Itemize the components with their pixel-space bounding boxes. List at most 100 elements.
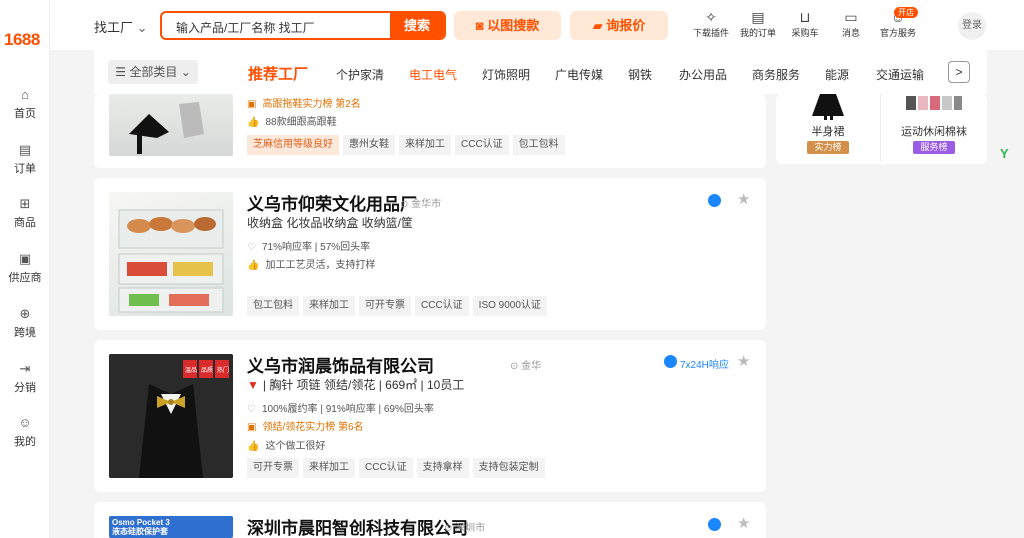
tag: 可开专票	[359, 296, 411, 316]
sidebar-item-home[interactable]: ⌂ 首页	[0, 87, 50, 121]
ranking-item-label: 半身裙	[811, 126, 845, 138]
factory-area: 669㎡	[385, 378, 418, 392]
response-icon[interactable]	[664, 355, 677, 368]
favorite-star-icon[interactable]: ★	[737, 352, 750, 370]
main-products: 收纳盒 化妆品收纳盒 收纳篮/筐	[247, 216, 414, 230]
tag-list: 可开专票 来样加工 CCC认证 支持拿样 支持包装定制	[247, 458, 549, 478]
tag: CCC认证	[455, 135, 509, 155]
message-icon: ▭	[844, 9, 858, 25]
response-icon[interactable]	[708, 518, 721, 531]
tag: ISO 9000认证	[472, 296, 547, 316]
tab-steel[interactable]: 钢铁	[628, 66, 652, 83]
heart-icon: ♡	[247, 242, 256, 253]
rank-list[interactable]: 领结/领花实力榜	[262, 422, 335, 433]
rank-list[interactable]: 高跟拖鞋实力榜	[262, 99, 332, 110]
all-categories-button[interactable]: ☰ 全部类目 ⌄	[108, 60, 198, 84]
my-orders-button[interactable]: ▤ 我的订单	[733, 8, 783, 39]
storage-box-image	[118, 209, 224, 313]
chat-icon: ▰	[592, 18, 603, 33]
download-plugin-button[interactable]: ✧ 下载插件	[686, 8, 736, 39]
cart-button[interactable]: ⊔ 采购车	[780, 8, 830, 39]
thumb-up-icon: 👍	[247, 117, 260, 128]
tab-lighting[interactable]: 灯饰照明	[482, 66, 530, 83]
location: ⊙ 金华	[510, 357, 541, 372]
sidebar-item-distribution[interactable]: ⇥ 分销	[0, 361, 50, 395]
thumb-text: 液态硅胶保护套	[112, 527, 168, 536]
factory-thumbnail[interactable]: 温品 品质 热门	[109, 354, 233, 478]
inquiry-button[interactable]: ▰ 询报价	[570, 11, 668, 40]
image-search-button[interactable]: ◙ 以图搜款	[454, 11, 561, 40]
tag: 支持拿样	[416, 458, 469, 478]
response-badge[interactable]: 7x24H响应	[680, 356, 729, 371]
tab-energy[interactable]: 能源	[825, 66, 849, 83]
tab-personal-care[interactable]: 个护家清	[336, 66, 384, 83]
ranking-badge: 实力榜	[807, 141, 849, 154]
factory-card[interactable]: 义乌市仰荣文化用品厂 ⊙ 金华市 ★ 收纳盒 化妆品收纳盒 收纳篮/筐 ♡ 71%…	[94, 178, 766, 330]
sidebar-item-label: 供应商	[8, 272, 42, 284]
location-pin-icon: ⊙	[444, 523, 453, 534]
ranking-panel: 半身裙 实力榜 运动休闲棉袜 服务榜	[776, 94, 987, 164]
tag: 来样加工	[399, 135, 451, 155]
open-store-badge[interactable]: 开店	[894, 7, 918, 18]
search-box[interactable]: 输入产品/工厂名称 找工厂 搜索	[160, 11, 446, 40]
favorite-star-icon[interactable]: ★	[737, 190, 750, 208]
logo-1688[interactable]: 1688	[4, 30, 40, 50]
tab-recommended-factory[interactable]: 推荐工厂	[248, 63, 308, 84]
user-icon: ☺	[18, 415, 32, 430]
rank-position: 第6名	[338, 422, 364, 433]
factory-name[interactable]: 义乌市仰荣文化用品厂	[247, 190, 417, 215]
home-icon: ⌂	[21, 87, 29, 102]
sidebar-item-orders[interactable]: ▤ 订单	[0, 142, 50, 176]
inquiry-label: 询报价	[606, 18, 646, 33]
factory-thumbnail[interactable]: Osmo Pocket 3 液态硅胶保护套	[109, 516, 233, 538]
login-button[interactable]: 登录	[958, 12, 986, 40]
tab-office-supplies[interactable]: 办公用品	[679, 66, 727, 83]
header-icon-label: 官方服务	[879, 28, 916, 38]
tab-business-services[interactable]: 商务服务	[752, 66, 800, 83]
skirt-image	[812, 94, 844, 120]
location: ⊙ 深圳市	[444, 519, 485, 534]
tab-electrical[interactable]: 电工电气	[409, 66, 457, 83]
location-pin-icon: ⊙	[510, 361, 519, 372]
response-icon[interactable]	[708, 194, 721, 207]
sidebar-item-products[interactable]: ⊞ 商品	[0, 196, 50, 230]
tag: 芝麻信用等级良好	[247, 135, 339, 155]
messages-button[interactable]: ▭ 消息	[826, 8, 876, 39]
factory-name[interactable]: 深圳市晨阳智创科技有限公司	[247, 514, 468, 538]
favorite-star-icon[interactable]: ★	[737, 514, 750, 532]
sidebar-item-mine[interactable]: ☺ 我的	[0, 415, 50, 449]
sidebar-item-suppliers[interactable]: ▣ 供应商	[0, 251, 50, 285]
socks-image	[906, 96, 962, 110]
ranking-item[interactable]: 半身裙 实力榜	[778, 94, 878, 154]
suit-bowtie-image: 温品 品质 热门	[109, 354, 233, 478]
sidebar-item-label: 跨境	[14, 327, 36, 339]
tab-broadcast-media[interactable]: 广电传媒	[555, 66, 603, 83]
factory-thumbnail[interactable]	[109, 192, 233, 316]
tag: 可开专票	[247, 458, 299, 478]
header-icon-label: 我的订单	[739, 28, 776, 38]
sidebar-item-crossborder[interactable]: ⊕ 跨境	[0, 306, 50, 340]
factory-card[interactable]: 温品 品质 热门 义乌市润晨饰品有限公司 ⊙ 金华 7x24H响应 ★ ▼ | 胸针 …	[94, 340, 766, 492]
location-pin-icon: ⊙	[400, 199, 409, 210]
search-input[interactable]: 输入产品/工厂名称 找工厂	[176, 19, 315, 36]
image-search-label: 以图搜款	[487, 18, 540, 33]
factory-detail: 88款细跟高跟鞋	[265, 117, 337, 128]
header-icon-label: 下载插件	[692, 28, 729, 38]
find-factory-dropdown[interactable]: 找工厂 ⌄	[94, 17, 148, 36]
sidebar-item-label: 首页	[14, 108, 36, 120]
tab-transportation[interactable]: 交通运输	[876, 66, 924, 83]
chevron-down-icon: ⌄	[180, 65, 191, 79]
search-button[interactable]: 搜索	[390, 13, 444, 38]
assistant-y-icon[interactable]: Y	[1000, 146, 1009, 161]
share-icon: ⇥	[19, 361, 31, 376]
factory-thumbnail[interactable]	[109, 94, 233, 156]
category-next-button[interactable]: >	[948, 61, 970, 83]
factory-name[interactable]: 义乌市润晨饰品有限公司	[247, 352, 434, 377]
factory-card[interactable]: ▣ 高跟拖鞋实力榜 第2名 👍 88款细跟高跟鞋 芝麻信用等级良好 惠州女鞋 来样加工 C…	[94, 94, 766, 168]
header-icon-label: 采购车	[791, 28, 819, 38]
camera-icon: ◙	[475, 18, 484, 33]
ranking-item[interactable]: 运动休闲棉袜 服务榜	[884, 94, 984, 154]
heart-icon: ♡	[247, 404, 256, 415]
factory-card[interactable]: Osmo Pocket 3 液态硅胶保护套 深圳市晨阳智创科技有限公司 ⊙ 深圳…	[94, 502, 766, 538]
tag: CCC认证	[359, 458, 413, 478]
